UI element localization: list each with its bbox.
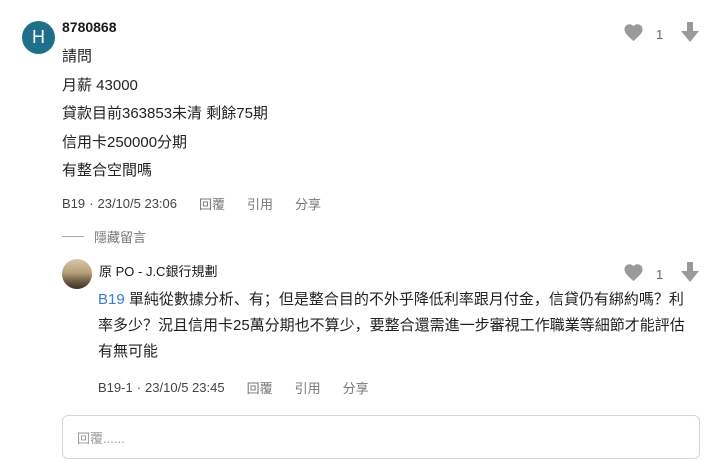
timestamp: 23/10/5 23:45: [145, 380, 225, 395]
hidden-comments-toggle[interactable]: 隱藏留言: [62, 227, 146, 246]
reply-meta: B19-1 · 23/10/5 23:45 回覆 引用 分享: [98, 378, 369, 397]
floor-number[interactable]: B19-1: [98, 380, 133, 395]
hidden-comments-label: 隱藏留言: [94, 230, 147, 245]
reply-author[interactable]: 原 PO - J.C銀行規劃: [99, 261, 217, 280]
reply-button[interactable]: 回覆: [199, 194, 225, 213]
heart-icon[interactable]: [623, 23, 644, 47]
comment-line: 請問: [62, 48, 93, 65]
reply-avatar[interactable]: [62, 259, 92, 289]
floor-reference-link[interactable]: B19: [98, 291, 125, 308]
comment-line: 月薪 43000: [62, 76, 138, 94]
comment-meta: B19 · 23/10/5 23:06 回覆 引用 分享: [62, 194, 322, 213]
quote-button[interactable]: 引用: [295, 378, 321, 397]
comment-body: 請問 月薪 43000 貸款目前363853未清 剩餘75期 信用卡250000…: [62, 45, 268, 188]
comment-line: 貸款目前363853未清 剩餘75期: [62, 105, 268, 122]
comment-line: 有整合空間嗎: [62, 162, 153, 179]
downvote-arrow-icon[interactable]: [681, 22, 700, 47]
like-count: 1: [656, 27, 664, 42]
avatar-letter: H: [32, 27, 45, 47]
comment-line: 信用卡250000分期: [62, 133, 188, 151]
heart-icon[interactable]: [623, 263, 644, 287]
divider: [62, 236, 84, 237]
quote-button[interactable]: 引用: [247, 194, 273, 213]
reply-text: 單純從數據分析、有；但是整合目的不外乎降低利率跟月付金，信貸仍有綁約嗎？利率多少…: [98, 291, 685, 360]
reply-body: B19 單純從數據分析、有；但是整合目的不外乎降低利率跟月付金，信貸仍有綁約嗎？…: [98, 287, 698, 365]
avatar[interactable]: H: [22, 21, 55, 54]
reply-input-placeholder: 回覆......: [77, 430, 125, 446]
reply-input[interactable]: 回覆......: [62, 415, 700, 459]
share-button[interactable]: 分享: [295, 194, 321, 213]
comment-vote: 1: [623, 22, 700, 47]
reply-button[interactable]: 回覆: [247, 378, 273, 397]
floor-number[interactable]: B19: [62, 196, 85, 211]
comment-username[interactable]: 8780868: [62, 19, 117, 35]
reply-vote: 1: [623, 262, 700, 287]
downvote-arrow-icon[interactable]: [681, 262, 700, 287]
like-count: 1: [656, 267, 664, 282]
share-button[interactable]: 分享: [343, 378, 369, 397]
timestamp: 23/10/5 23:06: [97, 196, 178, 211]
